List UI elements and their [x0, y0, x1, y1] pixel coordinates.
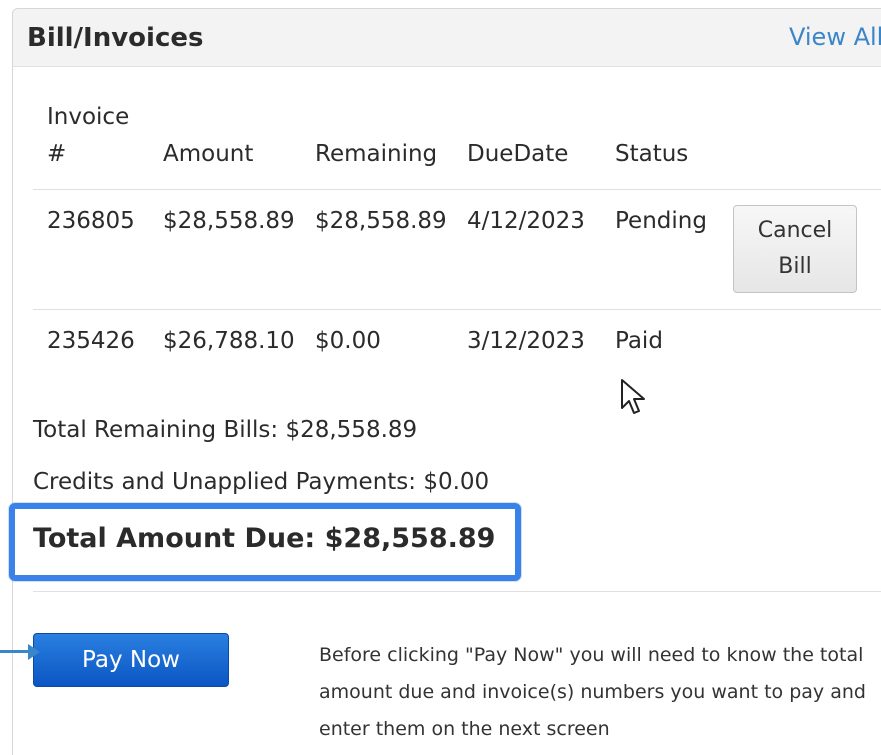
pay-now-button[interactable]: Pay Now: [33, 633, 229, 687]
pay-instructions-line: amount due and invoice(s) numbers you wa…: [319, 681, 866, 703]
cell-status: Pending: [615, 208, 707, 234]
header-amount: Amount: [163, 141, 254, 167]
cancel-bill-label-line1: Cancel: [757, 218, 833, 243]
view-all-link[interactable]: View All: [789, 23, 881, 51]
cell-due-date: 4/12/2023: [467, 208, 585, 234]
header-remaining: Remaining: [315, 141, 438, 167]
total-remaining-bills: Total Remaining Bills: $28,558.89: [33, 417, 418, 443]
credits-unapplied-payments: Credits and Unapplied Payments: $0.00: [33, 469, 490, 495]
header-invoice-line2: #: [47, 141, 67, 167]
cell-remaining: $28,558.89: [315, 208, 447, 234]
bill-invoices-panel: Bill/Invoices View All Invoice # Amount …: [9, 8, 881, 755]
cancel-bill-button[interactable]: Cancel Bill: [733, 205, 857, 293]
arrow-right-icon: [0, 650, 30, 653]
header-due-date: DueDate: [467, 141, 569, 167]
cell-due-date: 3/12/2023: [467, 328, 585, 354]
cell-invoice: 235426: [47, 328, 135, 354]
cell-amount: $28,558.89: [163, 208, 295, 234]
pay-instructions-line: Before clicking "Pay Now" you will need …: [319, 644, 864, 666]
cell-invoice: 236805: [47, 208, 135, 234]
section-divider: [33, 591, 881, 592]
cancel-bill-label-line2: Bill: [778, 254, 812, 279]
pay-instructions: Before clicking "Pay Now" you will need …: [319, 637, 879, 748]
panel-title: Bill/Invoices: [27, 23, 204, 53]
header-invoice-line1: Invoice: [47, 104, 130, 130]
table-divider: [33, 189, 881, 190]
panel-header: Bill/Invoices View All: [13, 9, 881, 67]
cell-status: Paid: [615, 328, 663, 354]
cell-remaining: $0.00: [315, 328, 381, 354]
pay-instructions-line: enter them on the next screen: [319, 718, 610, 740]
cell-amount: $26,788.10: [163, 328, 295, 354]
mouse-pointer-icon: [620, 378, 648, 422]
arrow-right-icon: [28, 644, 40, 660]
total-amount-due: Total Amount Due: $28,558.89: [33, 523, 496, 554]
table-divider: [33, 309, 881, 310]
header-status: Status: [615, 141, 689, 167]
